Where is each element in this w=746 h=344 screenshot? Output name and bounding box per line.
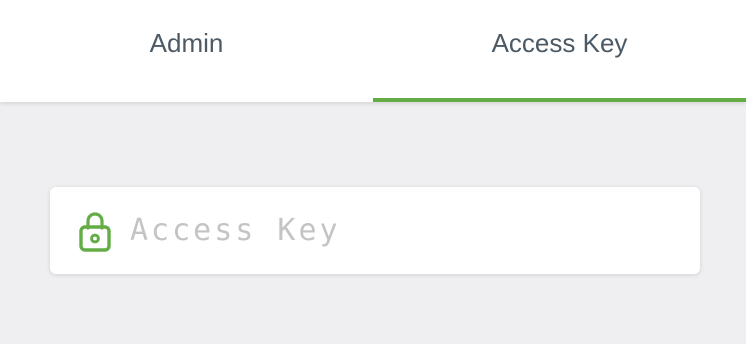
tab-admin-label: Admin <box>149 27 224 58</box>
tab-access-key-label: Access Key <box>491 27 628 58</box>
access-key-input[interactable] <box>130 187 690 274</box>
tab-admin[interactable]: Admin <box>0 0 373 102</box>
lock-icon <box>79 212 111 252</box>
access-key-field-container[interactable] <box>50 187 700 274</box>
tab-access-key[interactable]: Access Key <box>373 0 746 102</box>
main-content <box>0 102 746 344</box>
tab-bar: Admin Access Key <box>0 0 746 102</box>
